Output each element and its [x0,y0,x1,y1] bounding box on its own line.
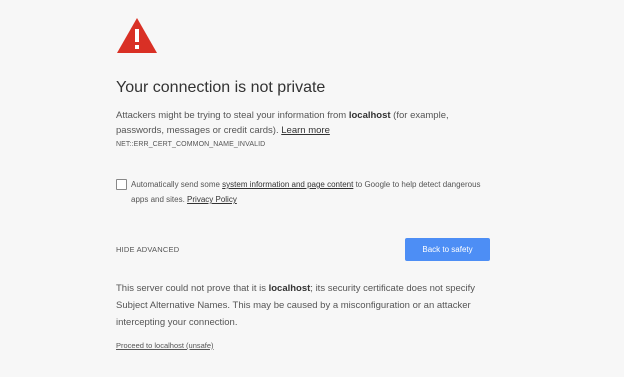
main-message: Attackers might be trying to steal your … [116,108,496,138]
hide-advanced-button[interactable]: HIDE ADVANCED [116,245,179,254]
extended-reporting-option: Automatically send some system informati… [116,177,496,207]
interstitial-page: Your connection is not private Attackers… [0,0,624,377]
optin-text-1: Automatically send some [131,180,223,189]
proceed-unsafe-link[interactable]: Proceed to localhost (unsafe) [116,341,214,350]
extended-reporting-checkbox[interactable] [116,179,127,190]
warning-triangle-icon [117,18,157,53]
details-text-1: This server could not prove that it is [116,283,269,294]
error-code: NET::ERR_CERT_COMMON_NAME_INVALID [116,141,266,148]
details-message: This server could not prove that it is l… [116,280,496,331]
details-host-name: localhost [268,283,311,294]
description-text: Attackers might be trying to steal your … [116,110,349,121]
extended-reporting-label: Automatically send some system informati… [131,177,496,207]
host-name: localhost [348,110,391,121]
back-to-safety-button[interactable]: Back to safety [405,238,490,261]
learn-more-link[interactable]: Learn more [281,125,330,136]
page-title: Your connection is not private [116,79,326,96]
privacy-policy-link[interactable]: Privacy Policy [187,195,237,204]
system-info-link[interactable]: system information and page content [222,180,353,189]
